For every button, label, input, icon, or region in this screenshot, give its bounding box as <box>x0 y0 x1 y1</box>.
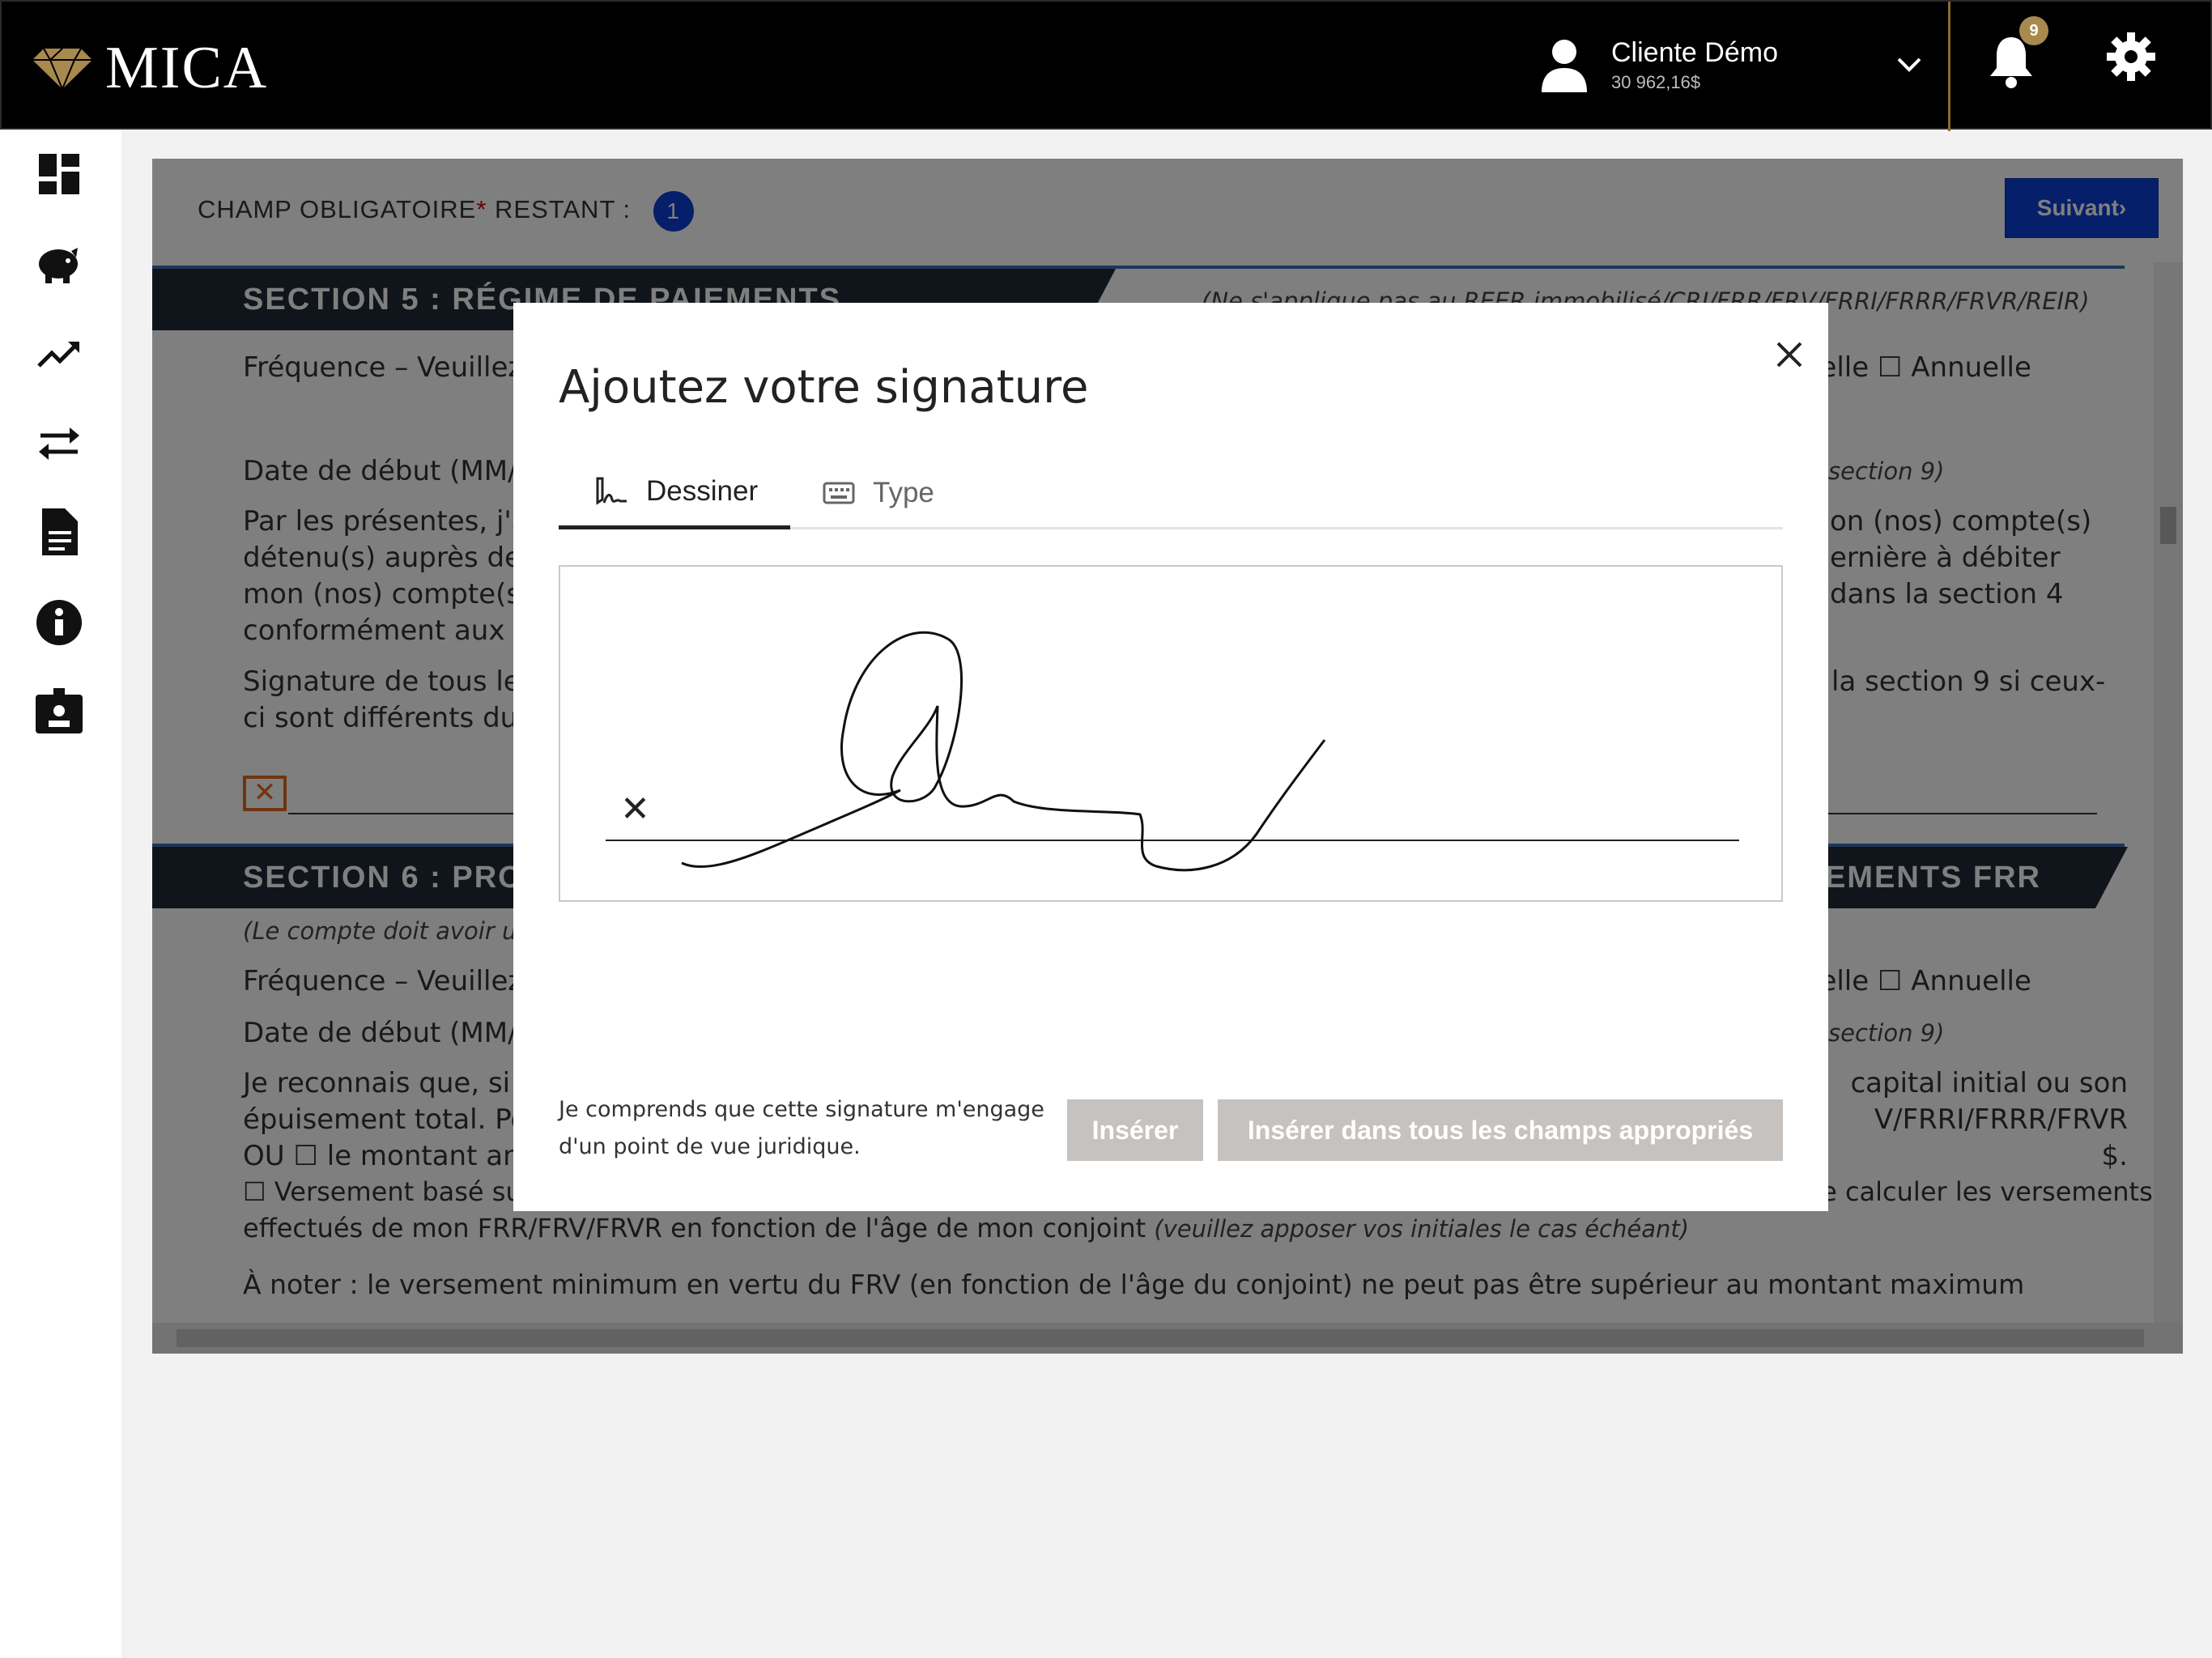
insert-button[interactable]: Insérer <box>1067 1099 1203 1161</box>
top-bar: MICA Cliente Démo 30 962,16$ 9 <box>0 0 2212 131</box>
diamond-logo-icon <box>32 48 92 89</box>
tab-type[interactable]: Type <box>823 457 934 529</box>
id-badge-icon[interactable] <box>34 687 84 737</box>
tab-type-label: Type <box>873 477 934 508</box>
document-icon[interactable] <box>34 507 84 557</box>
signature-canvas[interactable]: ✕ <box>559 565 1783 902</box>
signature-drawing <box>606 631 1739 872</box>
dashboard-icon[interactable] <box>34 149 84 199</box>
keyboard-icon <box>823 482 855 504</box>
brand-logo[interactable]: MICA <box>32 34 268 103</box>
gear-icon[interactable] <box>2105 31 2157 83</box>
info-icon[interactable] <box>34 597 84 648</box>
user-name: Cliente Démo <box>1611 37 1778 68</box>
notification-badge: 9 <box>2019 16 2048 45</box>
header-divider <box>1948 2 1950 131</box>
tab-draw[interactable]: Dessiner <box>559 457 790 529</box>
trending-up-icon[interactable] <box>34 329 84 379</box>
dialog-title: Ajoutez votre signature <box>559 361 1089 414</box>
user-balance: 30 962,16$ <box>1611 72 1701 92</box>
legal-disclaimer: Je comprends que cette signature m'engag… <box>559 1097 1044 1159</box>
user-icon <box>1542 39 1587 92</box>
signature-tabs: Dessiner Type <box>559 457 1783 529</box>
pen-signature-icon <box>596 477 627 505</box>
user-menu[interactable]: Cliente Démo 30 962,16$ <box>1540 37 1778 93</box>
piggy-bank-icon[interactable] <box>34 238 84 288</box>
transfer-icon[interactable] <box>34 418 84 468</box>
signature-marker: ✕ <box>620 789 650 830</box>
brand-name: MICA <box>105 35 269 101</box>
tab-draw-label: Dessiner <box>646 474 759 507</box>
insert-all-button[interactable]: Insérer dans tous les champs appropriés <box>1218 1099 1783 1161</box>
chevron-down-icon[interactable] <box>1896 57 1922 73</box>
close-icon[interactable] <box>1765 330 1814 379</box>
signature-dialog: Ajoutez votre signature Dessiner Type ✕ <box>513 303 1828 1211</box>
sidebar <box>0 130 121 1658</box>
